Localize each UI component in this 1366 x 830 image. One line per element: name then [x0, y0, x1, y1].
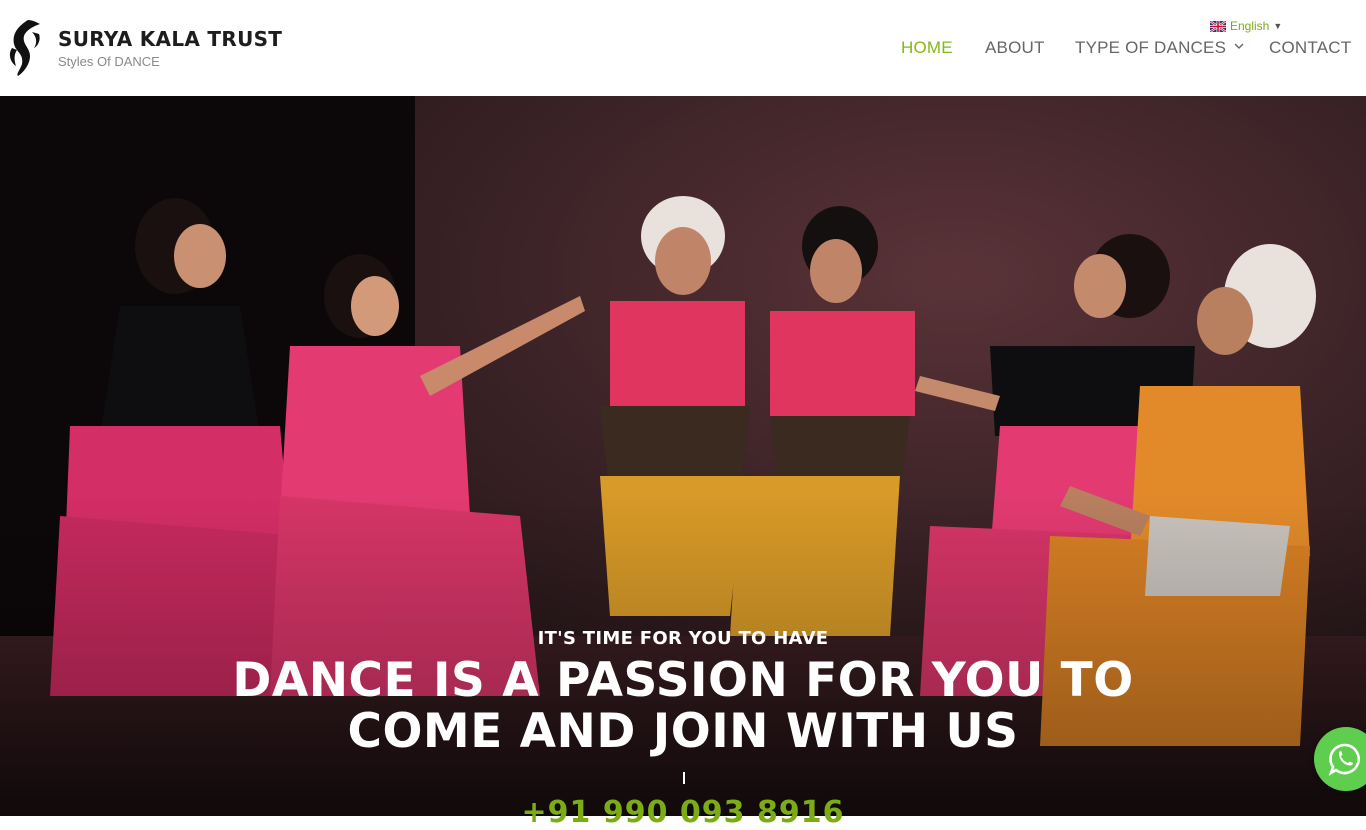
site-header: SURYA KALA TRUST Styles Of DANCE English…: [0, 0, 1366, 96]
nav-contact[interactable]: CONTACT: [1269, 38, 1351, 58]
hero-eyebrow: IT'S TIME FOR YOU TO HAVE: [537, 628, 829, 649]
caret-down-icon: ▼: [1273, 21, 1283, 31]
nav-type-of-dances[interactable]: TYPE OF DANCES: [1075, 38, 1244, 58]
nav-type-of-dances-label: TYPE OF DANCES: [1075, 38, 1227, 57]
main-nav: HOME ABOUT TYPE OF DANCES CONTACT: [0, 38, 1366, 60]
language-label: English: [1230, 19, 1270, 33]
nav-home[interactable]: HOME: [901, 38, 953, 58]
uk-flag-icon: [1210, 20, 1226, 32]
chevron-down-icon: [1234, 43, 1244, 49]
hero-headline-line-2: COME AND JOIN WITH US: [347, 704, 1019, 759]
nav-about[interactable]: ABOUT: [985, 38, 1045, 58]
hero-headline: DANCE IS A PASSION FOR YOU TO COME AND J…: [0, 655, 1366, 757]
hero-headline-line-1: DANCE IS A PASSION FOR YOU TO: [232, 653, 1134, 708]
hero-divider: [683, 772, 685, 784]
language-selector[interactable]: English ▼: [1210, 19, 1282, 33]
whatsapp-icon: [1328, 743, 1360, 776]
phone-number[interactable]: +91 990 093 8916: [0, 795, 1366, 830]
